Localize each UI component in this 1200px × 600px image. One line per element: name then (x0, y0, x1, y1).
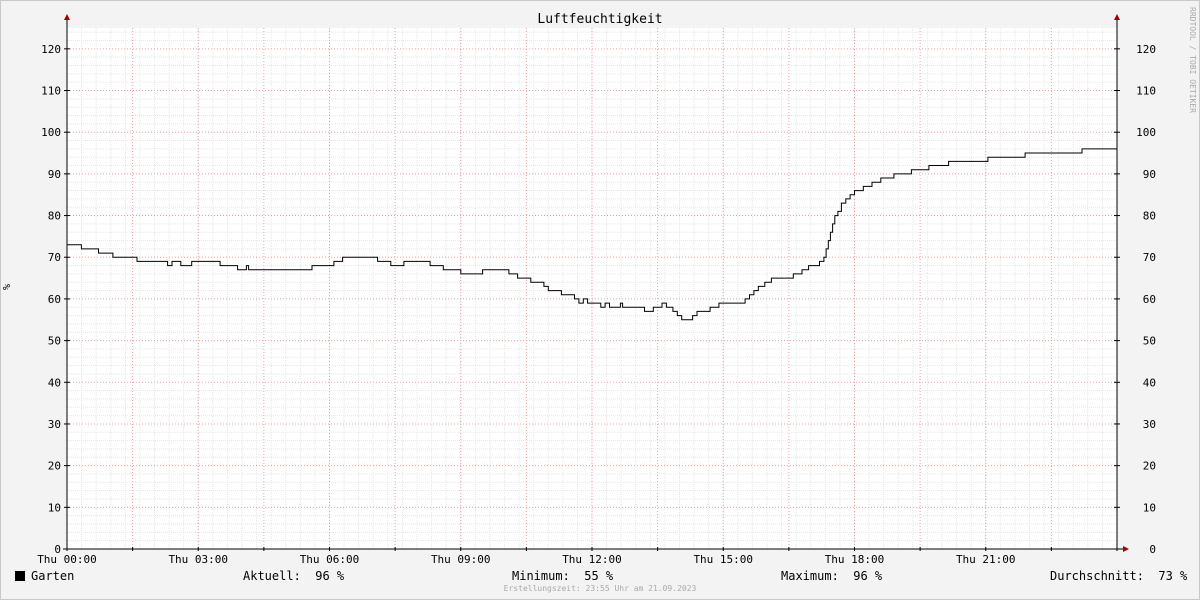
y-tick-label-left: 60 (48, 293, 61, 306)
y-tick-label-right: 110 (1136, 85, 1156, 98)
y-tick-label-right: 70 (1143, 251, 1156, 264)
x-tick-label: Thu 09:00 (431, 553, 491, 566)
y-tick-label-left: 100 (41, 126, 61, 139)
x-tick-label: Thu 06:00 (300, 553, 360, 566)
y-tick-label-left: 50 (48, 335, 61, 348)
legend-maximum: Maximum: 96 % (781, 569, 883, 583)
legend-series-name: Garten (31, 569, 75, 583)
y-tick-label-right: 40 (1143, 376, 1156, 389)
y-tick-label-left: 80 (48, 210, 61, 223)
y-tick-label-right: 30 (1143, 418, 1156, 431)
y-tick-label-left: 110 (41, 85, 61, 98)
x-tick-label: Thu 03:00 (168, 553, 228, 566)
y-tick-label-left: 20 (48, 460, 61, 473)
x-axis-arrow (1123, 546, 1129, 552)
x-tick-label: Thu 15:00 (693, 553, 753, 566)
legend-current: Aktuell: 96 % (243, 569, 345, 583)
x-tick-label: Thu 00:00 (37, 553, 97, 566)
y-tick-label-right: 80 (1143, 210, 1156, 223)
y-tick-label-right: 100 (1136, 126, 1156, 139)
y-tick-label-right: 50 (1143, 335, 1156, 348)
legend-swatch (15, 571, 25, 581)
y-tick-label-left: 10 (48, 501, 61, 514)
y-axis-arrow-left (64, 14, 70, 20)
legend-series: Garten (15, 568, 74, 584)
y-tick-label-left: 40 (48, 376, 61, 389)
rrdtool-watermark: RRDTOOL / TOBI OETIKER (1188, 7, 1197, 113)
legend-average: Durchschnitt: 73 % (1050, 569, 1188, 583)
x-tick-label: Thu 12:00 (562, 553, 622, 566)
y-tick-label-left: 70 (48, 251, 61, 264)
y-tick-label-right: 10 (1143, 501, 1156, 514)
y-tick-label-right: 60 (1143, 293, 1156, 306)
y-tick-label-right: 20 (1143, 460, 1156, 473)
y-tick-label-left: 90 (48, 168, 61, 181)
y-tick-label-left: 120 (41, 43, 61, 56)
x-tick-label: Thu 21:00 (956, 553, 1016, 566)
y-tick-label-right: 90 (1143, 168, 1156, 181)
legend-minimum: Minimum: 55 % (512, 569, 614, 583)
creation-timestamp: Erstellungszeit: 23:55 Uhr am 21.09.2023 (503, 584, 697, 593)
humidity-chart: 0 010 1020 2030 3040 4050 5060 6070 7080 8090 9010… (2, 7, 1197, 566)
y-axis-arrow-right (1114, 14, 1120, 20)
y-axis-label-left: % (2, 284, 13, 290)
y-tick-label-right: 120 (1136, 43, 1156, 56)
y-tick-label-left: 30 (48, 418, 61, 431)
x-tick-label: Thu 18:00 (825, 553, 885, 566)
chart-title: Luftfeuchtigkeit (537, 12, 662, 27)
y-tick-label-right: 0 (1149, 543, 1156, 556)
